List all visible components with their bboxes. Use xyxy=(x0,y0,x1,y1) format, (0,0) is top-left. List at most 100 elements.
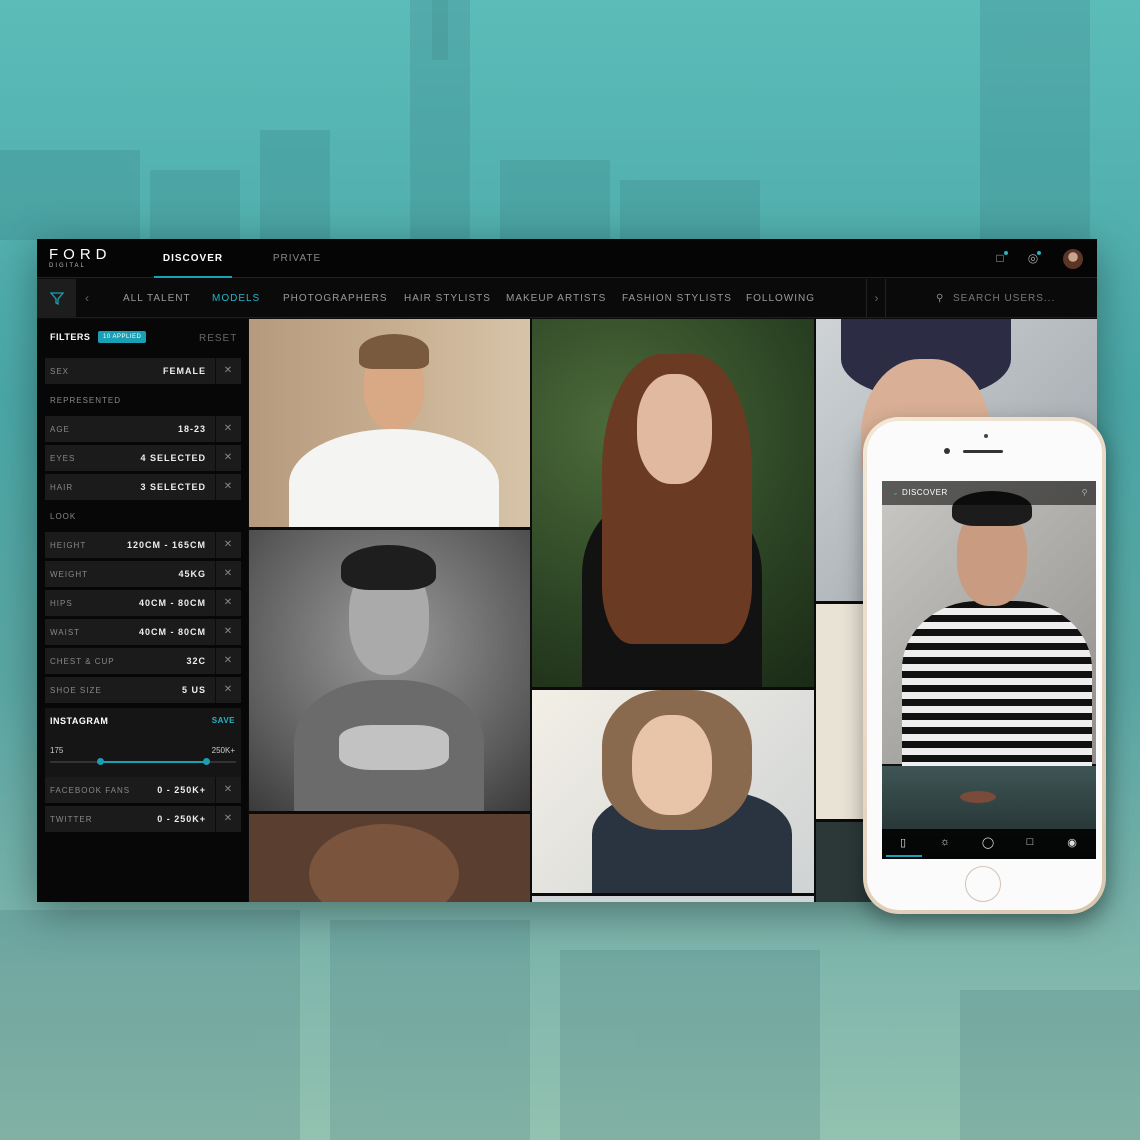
front-camera xyxy=(944,448,950,454)
chevron-right-icon[interactable]: › xyxy=(866,279,886,318)
search-icon[interactable]: ⚲ xyxy=(1082,481,1088,505)
section-look: LOOK xyxy=(50,512,77,521)
close-icon[interactable]: ✕ xyxy=(215,532,241,558)
category-hair-stylists[interactable]: HAIR STYLISTS xyxy=(404,279,491,318)
filter-value: 0 - 250K+ xyxy=(157,814,206,824)
category-photographers[interactable]: PHOTOGRAPHERS xyxy=(283,279,388,318)
range-fill xyxy=(100,761,206,763)
globe-notification-dot xyxy=(1037,251,1041,255)
phone-header: ⌄ DISCOVER ⚲ xyxy=(882,481,1096,505)
talent-photo[interactable] xyxy=(249,814,530,902)
talent-photo[interactable] xyxy=(882,481,1096,771)
instagram-title: INSTAGRAM xyxy=(50,716,109,726)
category-fashion-stylists[interactable]: FASHION STYLISTS xyxy=(622,279,732,318)
category-bar: ‹ ALL TALENT MODELS PHOTOGRAPHERS HAIR S… xyxy=(37,279,1097,318)
bookmark-icon[interactable]: ▯ xyxy=(894,836,912,849)
filter-row-sex[interactable]: SEX FEMALE ✕ xyxy=(45,358,241,384)
filter-toggle-button[interactable] xyxy=(37,279,76,318)
filter-key: WAIST xyxy=(50,628,81,637)
instagram-save-button[interactable]: SAVE xyxy=(212,716,235,725)
instagram-min: 175 xyxy=(50,746,64,755)
close-icon[interactable]: ✕ xyxy=(215,561,241,587)
close-icon[interactable]: ✕ xyxy=(215,677,241,703)
phone-body: ⌄ DISCOVER ⚲ ▯ ☼ ◯ □ ◉ xyxy=(867,421,1102,910)
user-avatar[interactable] xyxy=(1063,249,1083,269)
sun-icon[interactable]: ☼ xyxy=(936,836,954,848)
reset-button[interactable]: RESET xyxy=(199,333,237,344)
filter-value: 5 US xyxy=(181,685,206,695)
filter-value: 45KG xyxy=(178,569,206,579)
range-handle-max[interactable] xyxy=(203,758,210,765)
section-represented: REPRESENTED xyxy=(50,396,122,405)
filter-key: HAIR xyxy=(50,483,74,492)
tab-private-casting[interactable]: PRIVATE CASTING xyxy=(247,239,347,303)
filter-row-chest-cup[interactable]: CHEST & CUP 32C ✕ xyxy=(45,648,241,674)
phone-screen: ⌄ DISCOVER ⚲ ▯ ☼ ◯ □ ◉ xyxy=(882,481,1096,859)
talent-photo[interactable] xyxy=(249,530,530,811)
phone-title: DISCOVER xyxy=(901,488,948,497)
chevron-left-icon[interactable]: ‹ xyxy=(77,279,97,318)
category-makeup-artists[interactable]: MAKEUP ARTISTS xyxy=(506,279,606,318)
tab-discover[interactable]: DISCOVER xyxy=(154,239,232,278)
funnel-icon xyxy=(49,292,64,306)
ford-digital-logo[interactable]: FORD DIGITAL xyxy=(49,246,112,270)
talent-photo[interactable] xyxy=(532,896,814,902)
instagram-max: 250K+ xyxy=(211,746,235,755)
phone-mockup: ⌄ DISCOVER ⚲ ▯ ☼ ◯ □ ◉ xyxy=(863,417,1106,914)
close-icon[interactable]: ✕ xyxy=(215,416,241,442)
filter-value: 4 SELECTED xyxy=(140,453,206,463)
close-icon[interactable]: ✕ xyxy=(215,445,241,471)
filter-row-eyes[interactable]: EYES 4 SELECTED ✕ xyxy=(45,445,241,471)
filter-row-shoe-size[interactable]: SHOE SIZE 5 US ✕ xyxy=(45,677,241,703)
filter-key: TWITTER xyxy=(50,815,93,824)
filter-row-weight[interactable]: WEIGHT 45KG ✕ xyxy=(45,561,241,587)
close-icon[interactable]: ✕ xyxy=(215,590,241,616)
range-handle-min[interactable] xyxy=(97,758,104,765)
filter-row-hair[interactable]: HAIR 3 SELECTED ✕ xyxy=(45,474,241,500)
close-icon[interactable]: ✕ xyxy=(215,358,241,384)
filter-value: 40CM - 80CM xyxy=(138,598,206,608)
filter-value: 32C xyxy=(186,656,206,666)
talent-photo[interactable] xyxy=(249,319,530,527)
filter-key: FACEBOOK FANS xyxy=(50,786,131,795)
filter-key: EYES xyxy=(50,454,76,463)
filter-row-twitter[interactable]: TWITTER 0 - 250K+ ✕ xyxy=(45,806,241,832)
applied-badge: 10 APPLIED xyxy=(98,331,147,343)
category-following[interactable]: FOLLOWING xyxy=(746,279,815,318)
close-icon[interactable]: ✕ xyxy=(215,474,241,500)
filters-sidebar: FILTERS 10 APPLIED RESET SEX FEMALE ✕ REPR… xyxy=(37,319,248,902)
filter-row-facebook-fans[interactable]: FACEBOOK FANS 0 - 250K+ ✕ xyxy=(45,777,241,803)
search-users-input[interactable]: ⚲ SEARCH USERS... xyxy=(885,279,1097,318)
close-icon[interactable]: ✕ xyxy=(215,806,241,832)
filter-key: HIPS xyxy=(50,599,73,608)
camera-icon[interactable]: ◯ xyxy=(979,836,997,849)
close-icon[interactable]: ✕ xyxy=(215,777,241,803)
category-models[interactable]: MODELS xyxy=(212,279,260,318)
eye-icon[interactable]: ◉ xyxy=(1063,836,1081,849)
filter-key: HEIGHT xyxy=(50,541,87,550)
chat-icon[interactable]: □ xyxy=(1021,836,1039,848)
home-button[interactable] xyxy=(965,866,1001,902)
filter-row-hips[interactable]: HIPS 40CM - 80CM ✕ xyxy=(45,590,241,616)
filter-key: WEIGHT xyxy=(50,570,88,579)
filter-key: AGE xyxy=(50,425,70,434)
filters-title: FILTERS xyxy=(50,332,91,342)
filter-value: 18-23 xyxy=(177,424,206,434)
search-placeholder: SEARCH USERS... xyxy=(953,293,1056,304)
filter-value: 3 SELECTED xyxy=(140,482,206,492)
filter-key: CHEST & CUP xyxy=(50,657,115,666)
category-all-talent[interactable]: ALL TALENT xyxy=(123,279,191,318)
active-tab-indicator xyxy=(886,855,922,857)
filter-row-age[interactable]: AGE 18-23 ✕ xyxy=(45,416,241,442)
filter-value: 0 - 250K+ xyxy=(157,785,206,795)
earpiece-speaker xyxy=(963,450,1003,453)
filter-row-height[interactable]: HEIGHT 120CM - 165CM ✕ xyxy=(45,532,241,558)
talent-photo[interactable] xyxy=(532,690,814,893)
filter-row-waist[interactable]: WAIST 40CM - 80CM ✕ xyxy=(45,619,241,645)
chevron-down-icon[interactable]: ⌄ xyxy=(892,488,899,497)
talent-photo[interactable] xyxy=(532,319,814,687)
filter-value: 40CM - 80CM xyxy=(138,627,206,637)
close-icon[interactable]: ✕ xyxy=(215,619,241,645)
brand-name: FORD xyxy=(49,246,112,263)
close-icon[interactable]: ✕ xyxy=(215,648,241,674)
